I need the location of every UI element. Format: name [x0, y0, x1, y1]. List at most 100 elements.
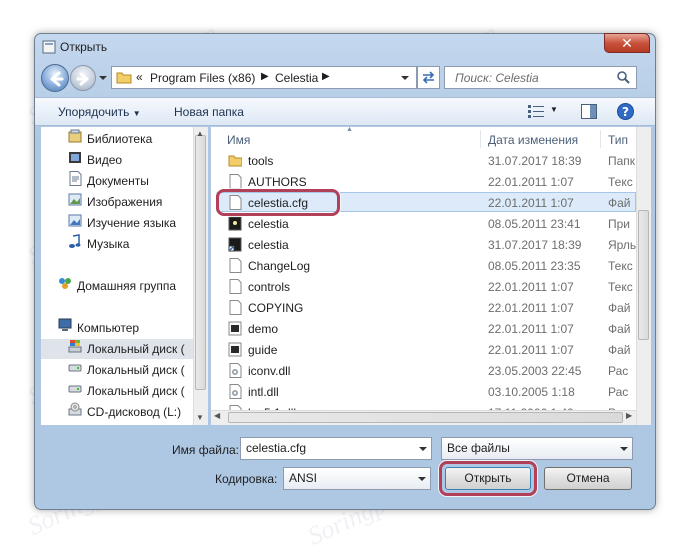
sidebar-item[interactable]: CD-дисковод (L:) [68, 402, 181, 422]
sidebar-item[interactable]: Локальный диск ( [68, 360, 185, 380]
chevron-right-icon[interactable]: ▶ [261, 71, 269, 82]
sidebar-item[interactable]: Компьютер [58, 318, 139, 338]
column-header-name[interactable]: Имя [227, 127, 250, 149]
help-icon[interactable]: ? [617, 103, 634, 120]
horizontal-scrollbar-thumb[interactable] [228, 412, 623, 423]
chevron-down-icon[interactable] [418, 477, 426, 481]
history-dropdown[interactable] [99, 76, 107, 80]
file-type: При [608, 217, 631, 231]
sidebar-item[interactable]: Локальный диск ( [68, 339, 185, 359]
file-type-select[interactable]: Все файлы [441, 437, 633, 460]
column-divider [600, 130, 601, 148]
close-icon: ✕ [621, 35, 633, 51]
breadcrumb-celestia[interactable]: Celestia [275, 71, 318, 85]
file-name: demo [248, 322, 279, 336]
file-date: 22.01.2011 1:07 [488, 196, 574, 210]
refresh-button[interactable] [417, 66, 440, 89]
arrow-right-icon [76, 72, 89, 86]
filename-dropdown[interactable] [419, 447, 427, 451]
column-divider [480, 130, 481, 148]
file-name: AUTHORS [248, 175, 307, 189]
video-icon [68, 150, 82, 171]
file-type: Ярль [608, 238, 637, 252]
svg-text:?: ? [622, 105, 629, 119]
sort-ascending-icon: ▲ [346, 126, 353, 133]
homegroup-icon [58, 276, 72, 297]
sidebar-item[interactable]: Домашняя группа [58, 276, 176, 296]
sidebar-item-label: Домашняя группа [77, 279, 177, 293]
scroll-up-icon[interactable]: ▲ [196, 129, 204, 138]
sidebar-item-label: CD-дисковод (L:) [87, 405, 182, 419]
organize-button[interactable]: Упорядочить ▼ [58, 105, 141, 119]
scroll-down-icon[interactable]: ▼ [196, 413, 204, 422]
chevron-right-icon[interactable]: ▶ [322, 71, 330, 82]
file-name: iconv.dll [248, 364, 291, 378]
nav-scrollbar-thumb[interactable] [195, 135, 206, 390]
table-row[interactable] [220, 382, 640, 403]
view-icon[interactable] [528, 105, 544, 118]
dll-icon [228, 384, 242, 399]
file-name: COPYING [248, 301, 304, 315]
computer-icon [58, 318, 72, 339]
scroll-left-icon[interactable]: ◀ [214, 411, 220, 420]
sidebar-item-label: Документы [87, 174, 149, 188]
window-title: Открыть [60, 40, 108, 54]
column-header-type[interactable]: Тип [608, 127, 628, 149]
preview-pane-icon[interactable] [581, 104, 597, 119]
file-scrollbar-thumb[interactable] [638, 210, 649, 340]
close-button[interactable]: ✕ [604, 33, 650, 53]
sidebar-item-label: Видео [87, 153, 123, 167]
search-icon[interactable] [616, 70, 630, 84]
forward-button[interactable] [70, 65, 96, 91]
path-overflow[interactable]: « [136, 70, 143, 84]
filename-input[interactable]: celestia.cfg [240, 437, 432, 460]
file-type: Текс [608, 259, 633, 273]
sidebar-item[interactable]: Музыка [68, 234, 129, 254]
cd-drive-icon [68, 402, 82, 423]
file-icon [228, 174, 242, 189]
hdd-icon [68, 381, 82, 402]
file-type: Фай [608, 301, 631, 315]
dll-icon [228, 363, 242, 378]
file-name: controls [248, 280, 291, 294]
dialog-icon [42, 40, 56, 54]
breadcrumb-program-files[interactable]: Program Files (x86) [150, 71, 255, 85]
table-row[interactable] [220, 340, 640, 361]
sidebar-item-label: Компьютер [77, 321, 140, 335]
encoding-select[interactable]: ANSI [283, 467, 431, 490]
file-type: Фай [608, 343, 631, 357]
chevron-down-icon[interactable] [620, 447, 628, 451]
sidebar-item[interactable]: Библиотека [68, 129, 152, 149]
file-date: 23.05.2003 22:45 [488, 364, 582, 378]
search-placeholder: Поиск: Celestia [455, 71, 539, 85]
scroll-right-icon[interactable]: ▶ [626, 411, 632, 420]
file-name: ChangeLog [248, 259, 311, 273]
sidebar-item-label: Изучение языка [87, 216, 177, 230]
file-date: 22.01.2011 1:07 [488, 301, 574, 315]
view-dropdown[interactable]: ▼ [550, 105, 558, 114]
file-type: Рас [608, 385, 629, 399]
sidebar-item[interactable]: Локальный диск ( [68, 381, 185, 401]
file-date: 31.07.2017 18:39 [488, 238, 582, 252]
sidebar-item[interactable]: Изучение языка [68, 213, 176, 233]
file-date: 31.07.2017 18:39 [488, 154, 582, 168]
file-date: 22.01.2011 1:07 [488, 343, 574, 357]
file-highlight-outline [216, 189, 340, 216]
table-row[interactable] [220, 319, 640, 340]
file-type: Текс [608, 175, 633, 189]
file-name: celestia [248, 217, 289, 231]
sidebar-item[interactable]: Видео [68, 150, 122, 170]
sidebar-item[interactable]: Документы [68, 171, 149, 191]
address-dropdown[interactable] [401, 76, 409, 80]
script-icon [228, 321, 242, 336]
back-button[interactable] [41, 64, 69, 92]
column-header-date[interactable]: Дата изменения [488, 127, 578, 149]
file-name: guide [248, 343, 278, 357]
cancel-button[interactable]: Отмена [544, 467, 632, 490]
sidebar-item[interactable]: Изображения [68, 192, 162, 212]
file-date: 08.05.2011 23:35 [488, 259, 581, 273]
folder-icon [116, 72, 132, 84]
file-name: celestia [248, 238, 289, 252]
file-type: Текс [608, 280, 633, 294]
new-folder-button[interactable]: Новая папка [174, 105, 244, 119]
